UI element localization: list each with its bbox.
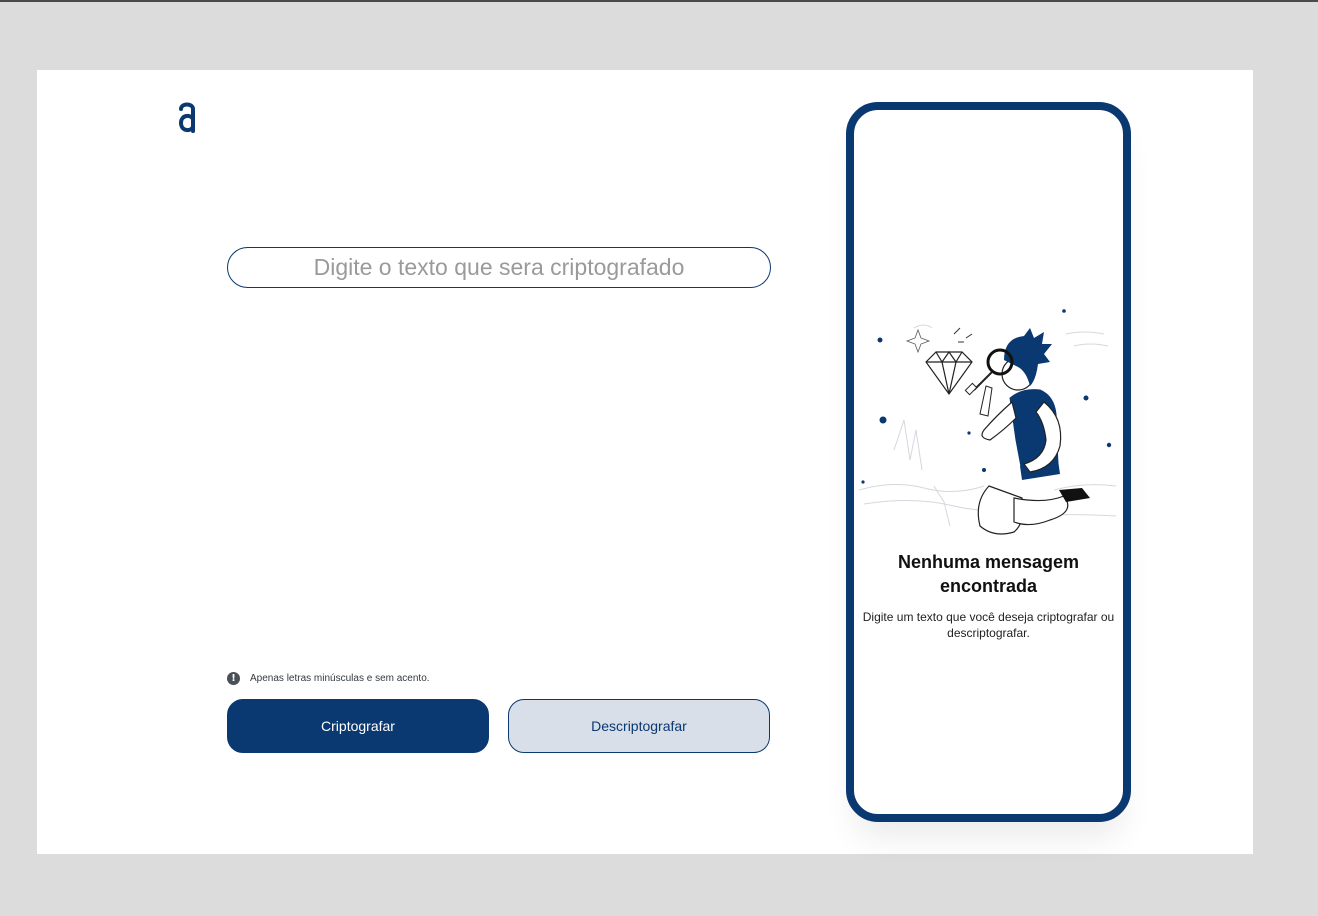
empty-message-title-line2: encontrada [939, 576, 1038, 596]
alura-logo-icon [178, 100, 196, 134]
hint-text: Apenas letras minúsculas e sem acento. [250, 672, 430, 684]
output-panel: Nenhuma mensagem encontrada Digite um te… [846, 102, 1131, 822]
exclamation-circle-icon: ! [227, 671, 240, 685]
person-with-magnifying-glass-illustration [858, 309, 1117, 535]
encrypt-button[interactable]: Criptografar [227, 699, 489, 753]
app-page: ! Apenas letras minúsculas e sem acento.… [37, 70, 1253, 854]
empty-message-description: Digite um texto que você deseja criptogr… [862, 610, 1115, 640]
window-top-border [0, 0, 1318, 2]
empty-message-title: Nenhuma mensagem encontrada [854, 550, 1123, 598]
empty-message-title-line1: Nenhuma mensagem [897, 552, 1080, 572]
decrypt-button[interactable]: Descriptografar [508, 699, 770, 753]
text-to-encrypt-input[interactable] [227, 247, 771, 288]
input-hint: ! Apenas letras minúsculas e sem acento. [227, 671, 430, 685]
